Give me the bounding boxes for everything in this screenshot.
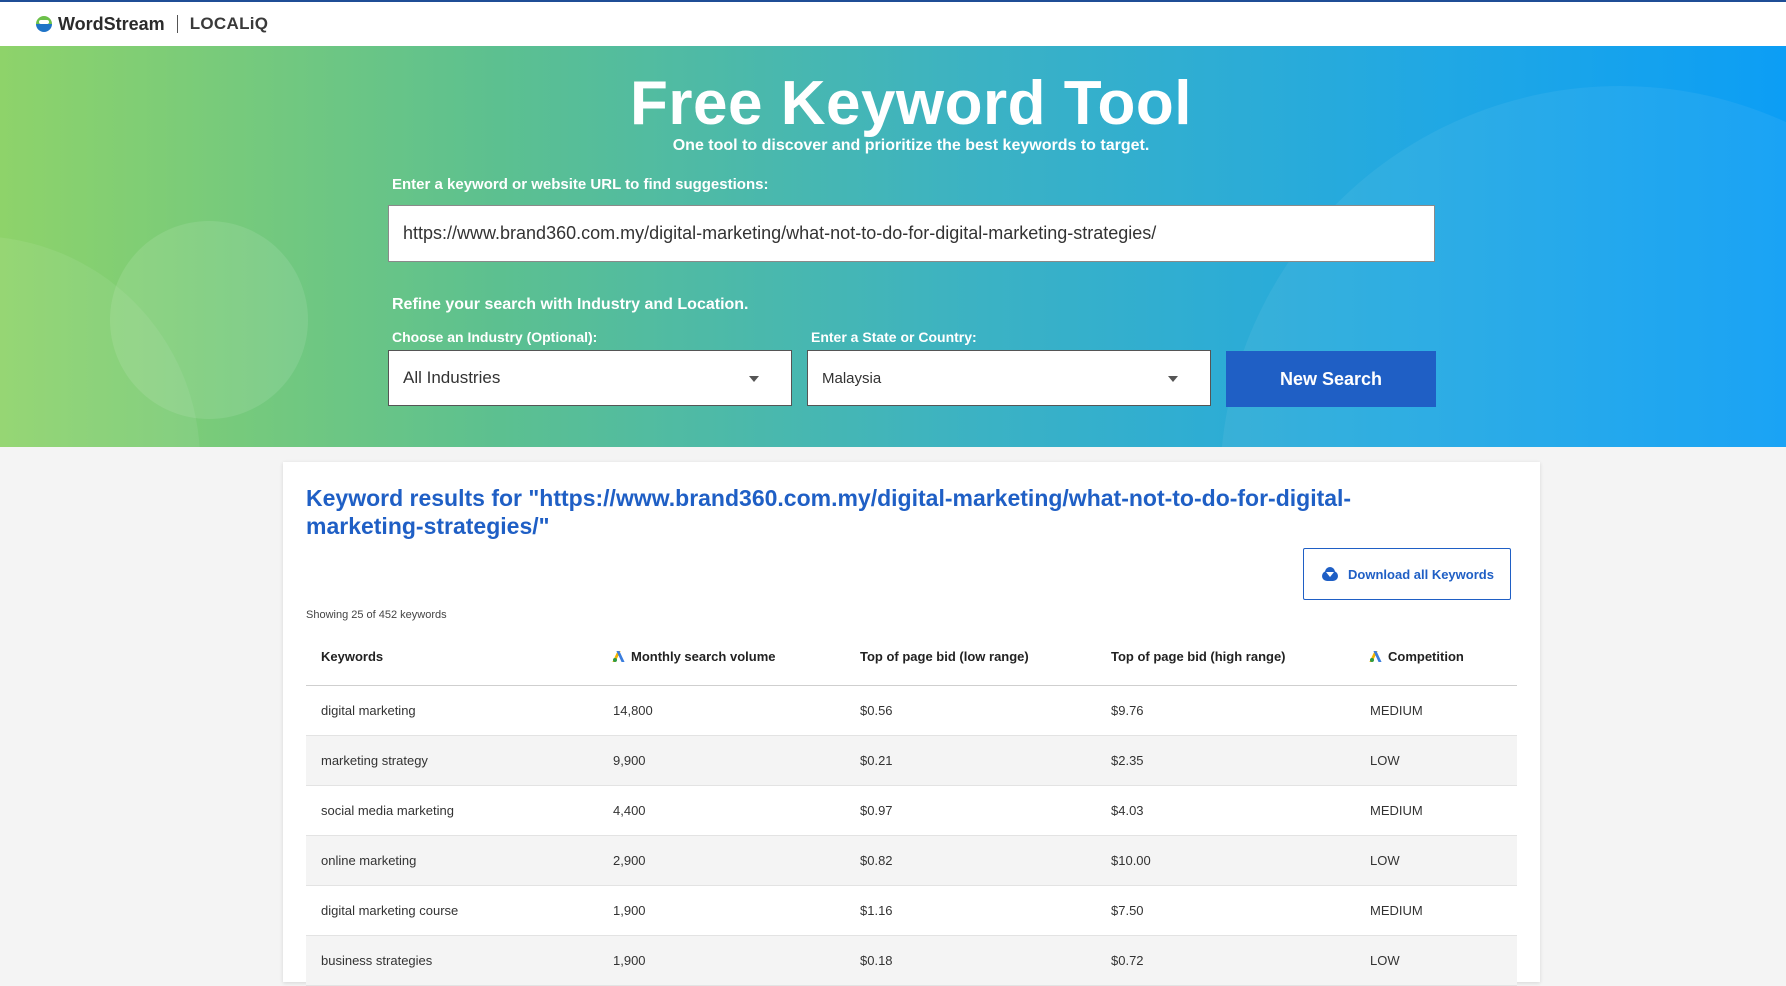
volume-cell: 1,900 bbox=[598, 885, 845, 936]
bid-low-cell: $1.16 bbox=[845, 885, 1096, 936]
bid-high-cell: $4.03 bbox=[1096, 785, 1355, 836]
keyword-cell: digital marketing course bbox=[306, 885, 598, 936]
location-select[interactable]: Malaysia bbox=[807, 350, 1211, 406]
keyword-cell: business strategies bbox=[306, 935, 598, 986]
hero-section: Free Keyword Tool One tool to discover a… bbox=[0, 46, 1786, 447]
table-row: digital marketing 14,800 $0.56 $9.76 MED… bbox=[306, 685, 1517, 736]
location-label: Enter a State or Country: bbox=[811, 329, 977, 345]
table-row: social media marketing 4,400 $0.97 $4.03… bbox=[306, 785, 1517, 836]
keyword-cell: online marketing bbox=[306, 835, 598, 886]
google-ads-icon bbox=[1369, 651, 1382, 663]
column-header-competition-label: Competition bbox=[1388, 649, 1464, 665]
competition-cell: LOW bbox=[1355, 735, 1517, 786]
industry-label: Choose an Industry (Optional): bbox=[392, 329, 598, 345]
bid-low-cell: $0.21 bbox=[845, 735, 1096, 786]
competition-cell: MEDIUM bbox=[1355, 685, 1517, 736]
bid-high-cell: $2.35 bbox=[1096, 735, 1355, 786]
bid-high-cell: $7.50 bbox=[1096, 885, 1355, 936]
volume-cell: 1,900 bbox=[598, 935, 845, 986]
results-title: Keyword results for "https://www.brand36… bbox=[306, 485, 1352, 539]
brand-divider bbox=[176, 15, 178, 33]
table-row: business strategies 1,900 $0.18 $0.72 LO… bbox=[306, 935, 1517, 986]
refine-label: Refine your search with Industry and Loc… bbox=[392, 296, 749, 313]
caret-down-icon bbox=[749, 376, 759, 382]
brand-secondary: LOCALiQ bbox=[189, 14, 269, 33]
results-card: Keyword results for "https://www.brand36… bbox=[283, 462, 1540, 986]
bid-high-cell: $9.76 bbox=[1096, 685, 1355, 736]
competition-cell: LOW bbox=[1355, 835, 1517, 886]
google-ads-icon bbox=[612, 651, 625, 663]
bid-low-cell: $0.97 bbox=[845, 785, 1096, 836]
volume-cell: 14,800 bbox=[598, 685, 845, 736]
location-select-value: Malaysia bbox=[822, 369, 882, 387]
keyword-table: Keywords Monthly search volume Top of pa… bbox=[306, 629, 1517, 986]
table-row: digital marketing course 1,900 $1.16 $7.… bbox=[306, 885, 1517, 936]
competition-cell: LOW bbox=[1355, 935, 1517, 986]
table-row: marketing strategy 9,900 $0.21 $2.35 LOW bbox=[306, 735, 1517, 786]
volume-cell: 4,400 bbox=[598, 785, 845, 836]
results-count: Showing 25 of 452 keywords bbox=[306, 609, 447, 621]
competition-cell: MEDIUM bbox=[1355, 785, 1517, 836]
bid-high-cell: $10.00 bbox=[1096, 835, 1355, 886]
wordstream-logo-icon bbox=[36, 16, 52, 32]
column-header-competition[interactable]: Competition bbox=[1355, 629, 1517, 686]
industry-select-value: All Industries bbox=[403, 368, 501, 387]
keyword-cell: digital marketing bbox=[306, 685, 598, 736]
brand-logo-link[interactable]: WordStream LOCALiQ bbox=[36, 14, 268, 35]
column-header-keywords[interactable]: Keywords bbox=[306, 629, 598, 686]
volume-cell: 9,900 bbox=[598, 735, 845, 786]
table-header-row: Keywords Monthly search volume Top of pa… bbox=[306, 629, 1517, 686]
competition-cell: MEDIUM bbox=[1355, 885, 1517, 936]
search-label: Enter a keyword or website URL to find s… bbox=[392, 176, 769, 193]
bid-low-cell: $0.56 bbox=[845, 685, 1096, 736]
download-keywords-button[interactable]: Download all Keywords bbox=[1303, 548, 1511, 600]
caret-down-icon bbox=[1168, 376, 1178, 382]
column-header-volume[interactable]: Monthly search volume bbox=[598, 629, 845, 686]
hero-decoration bbox=[110, 221, 308, 419]
download-button-label: Download all Keywords bbox=[1348, 566, 1494, 582]
table-row: online marketing 2,900 $0.82 $10.00 LOW bbox=[306, 835, 1517, 886]
column-header-volume-label: Monthly search volume bbox=[631, 649, 776, 665]
keyword-cell: social media marketing bbox=[306, 785, 598, 836]
new-search-button[interactable]: New Search bbox=[1226, 351, 1436, 407]
bid-high-cell: $0.72 bbox=[1096, 935, 1355, 986]
column-header-bid-high[interactable]: Top of page bid (high range) bbox=[1096, 629, 1355, 686]
volume-cell: 2,900 bbox=[598, 835, 845, 886]
top-nav: WordStream LOCALiQ bbox=[0, 0, 1786, 46]
keyword-url-input[interactable] bbox=[388, 205, 1435, 262]
industry-select[interactable]: All Industries bbox=[388, 350, 792, 406]
cloud-download-icon bbox=[1320, 567, 1340, 581]
page-title: Free Keyword Tool bbox=[630, 69, 1192, 138]
column-header-bid-low[interactable]: Top of page bid (low range) bbox=[845, 629, 1096, 686]
bid-low-cell: $0.82 bbox=[845, 835, 1096, 886]
bid-low-cell: $0.18 bbox=[845, 935, 1096, 986]
page-subtitle: One tool to discover and prioritize the … bbox=[672, 137, 1150, 154]
brand-name: WordStream bbox=[58, 13, 165, 34]
keyword-cell: marketing strategy bbox=[306, 735, 598, 786]
